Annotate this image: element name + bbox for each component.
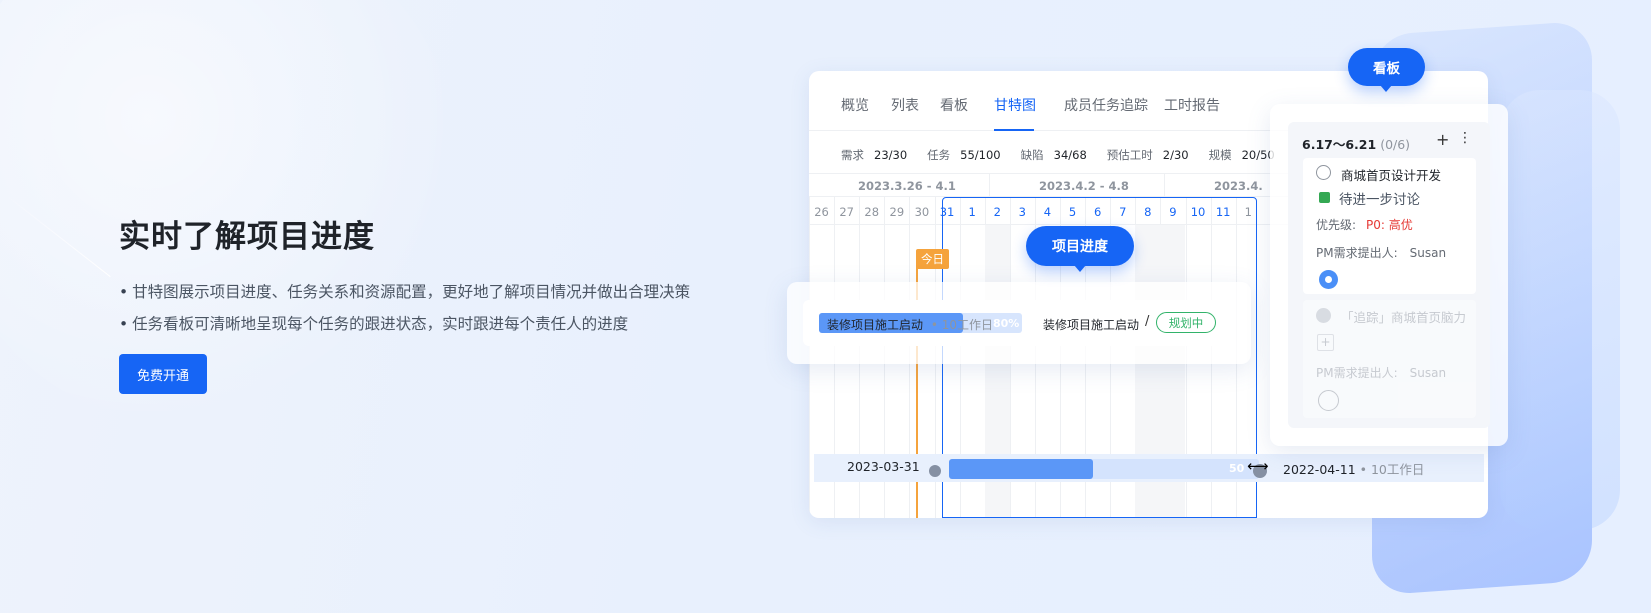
task-duration: 10工作日 [1370,462,1425,477]
day-label: 30 [914,205,930,219]
hero-title: 实时了解项目进度 [119,219,375,255]
week-label: 2023.4. [1214,179,1263,193]
task-start-date: 2023-03-31 [847,459,920,474]
stat-value: 55/100 [960,148,1001,162]
complete-checkbox[interactable] [1316,165,1331,180]
stat-defects: 缺陷 34/68 [1021,147,1087,163]
stat-tasks: 任务 55/100 [927,147,1000,163]
kanban-column: 6.17～6.21 (0/6) + ⋮ 商城首页设计开发 待进一步讨论 优先级: P… [1288,122,1490,428]
priority-label: 优先级: [1316,218,1357,232]
pm-value: Susan [1409,246,1447,260]
pm-value: Susan [1409,366,1447,380]
priority-value: P0: 高优 [1366,218,1413,232]
stat-label: 缺陷 [1020,148,1044,162]
task-side-name: 装修项目施工启动 [1043,318,1140,332]
stat-label: 需求 [841,148,864,162]
background-glass-panel-2 [1500,90,1620,530]
stat-label: 任务 [927,148,951,162]
kanban-column-header: 6.17～6.21 (0/6) [1302,134,1410,153]
card-priority: 优先级: P0: 高优 [1316,216,1413,233]
stat-requirements: 需求 23/30 [841,147,907,163]
kanban-tooltip: 看板 [1348,48,1425,92]
active-tab-indicator [994,129,1034,131]
week-label: 2023.3.26 - 4.1 [858,179,956,193]
complete-check-icon[interactable] [1316,308,1331,323]
hero-bullet: 甘特图展示项目进度、任务关系和资源配置，更好地了解项目情况并做出合理决策 [119,276,690,308]
kanban-range: 6.17～6.21 [1302,137,1377,152]
tab-member-tracking[interactable]: 成员任务追踪 [1064,95,1148,115]
card-pm: PM需求提出人: Susan [1316,364,1446,381]
today-marker: 今日 [916,249,949,269]
stat-estimated-hours: 预估工时 2/30 [1107,147,1189,163]
stat-value: 23/30 [874,148,908,162]
tab-overview[interactable]: 概览 [841,95,869,115]
card-title: 「追踪」商城首页脑力 [1341,310,1467,325]
day-label: 28 [864,205,880,219]
stat-value: 2/30 [1162,148,1189,162]
card-pm: PM需求提出人: Susan [1316,244,1446,261]
kanban-overlay: 6.17～6.21 (0/6) + ⋮ 商城首页设计开发 待进一步讨论 优先级: P… [1270,104,1508,446]
stat-scale: 规模 20/50 [1209,147,1275,163]
kanban-card-faded[interactable]: 「追踪」商城首页脑力 + PM需求提出人: Susan [1303,300,1476,418]
pm-label: PM需求提出人: [1316,366,1398,380]
add-icon[interactable]: + [1436,130,1449,149]
week-label: 2023.4.2 - 4.8 [1039,179,1129,193]
more-icon[interactable]: ⋮ [1458,130,1472,146]
card-title: 商城首页设计开发 [1341,168,1442,183]
week-divider [1164,174,1165,198]
task-end-date: 2022-04-11 • 10工作日 [1283,462,1425,477]
tab-gantt[interactable]: 甘特图 [994,95,1036,115]
stats-bar: 需求 23/30 任务 55/100 缺陷 34/68 预估工时 2/30 规模 20/5… [841,147,1295,163]
task-duration: 10工作日 [941,318,994,332]
tab-worklog-report[interactable]: 工时报告 [1164,95,1220,115]
tab-list[interactable]: 列表 [891,95,919,115]
day-label: 27 [839,205,854,219]
task-detail-overlay: 装修项目施工启动 • 10工作日 80% 装修项目施工启动 / 规划中 [787,282,1251,364]
status-icon [1319,192,1330,203]
project-progress-tooltip: 项目进度 [1026,226,1134,272]
add-subtask-icon[interactable]: + [1317,334,1334,351]
kanban-card[interactable]: 商城首页设计开发 待进一步讨论 优先级: P0: 高优 PM需求提出人: Susan [1303,158,1476,294]
separator: / [1145,314,1150,329]
hero-bullet: 任务看板可清晰地呈现每个任务的跟进状态，实时跟进每个责任人的进度 [119,308,690,340]
stat-value: 34/68 [1053,148,1087,162]
card-status: 待进一步讨论 [1339,192,1420,208]
day-label: 26 [814,205,829,219]
task-bar-percent: 50 [1229,462,1245,475]
pm-label: PM需求提出人: [1316,246,1398,260]
day-label: 29 [889,205,905,219]
task-progress-label: 装修项目施工启动 • 10工作日 [827,318,994,332]
task-name: 装修项目施工启动 [827,318,924,332]
task-start-handle[interactable] [929,465,941,477]
task-end-date-value: 2022-04-11 [1283,462,1356,477]
kanban-count: (0/6) [1380,137,1411,152]
free-signup-button[interactable]: 免费开通 [119,354,207,394]
task-bar-progress [949,459,1094,479]
hero-bullets: 甘特图展示项目进度、任务关系和资源配置，更好地了解项目情况并做出合理决策 任务看… [119,276,690,340]
avatar-icon[interactable] [1319,270,1338,289]
task-percent: 80% [993,317,1020,330]
resize-cursor-icon: ⟷ [1247,457,1269,475]
avatar-placeholder-icon[interactable] [1318,390,1339,411]
status-badge[interactable]: 规划中 [1156,312,1216,333]
tab-kanban[interactable]: 看板 [940,95,968,115]
week-divider [989,174,990,198]
stat-label: 规模 [1208,148,1232,162]
stat-label: 预估工时 [1106,148,1153,162]
task-detail-card[interactable]: 装修项目施工启动 • 10工作日 80% 装修项目施工启动 / 规划中 [803,300,1233,346]
